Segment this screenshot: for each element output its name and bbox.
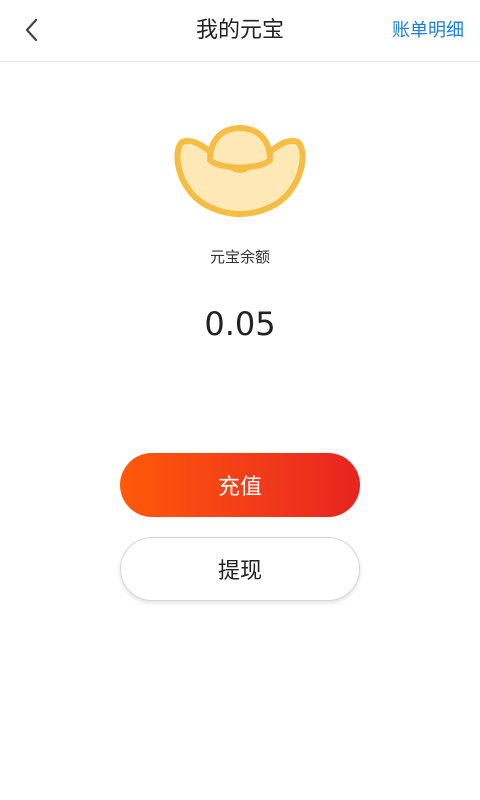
recharge-button-label: 充值 (217, 475, 262, 500)
balance-label: 元宝余额 (209, 248, 270, 266)
balance-value: 0.05 (204, 305, 276, 343)
header-bar: 我的元宝 账单明细 (0, 0, 480, 62)
bill-details-link[interactable]: 账单明细 (392, 0, 464, 61)
gold-ingot-icon (174, 125, 306, 217)
withdraw-button-label: 提现 (217, 559, 262, 584)
recharge-button[interactable]: 充值 (120, 453, 360, 517)
withdraw-button[interactable]: 提现 (120, 537, 360, 601)
